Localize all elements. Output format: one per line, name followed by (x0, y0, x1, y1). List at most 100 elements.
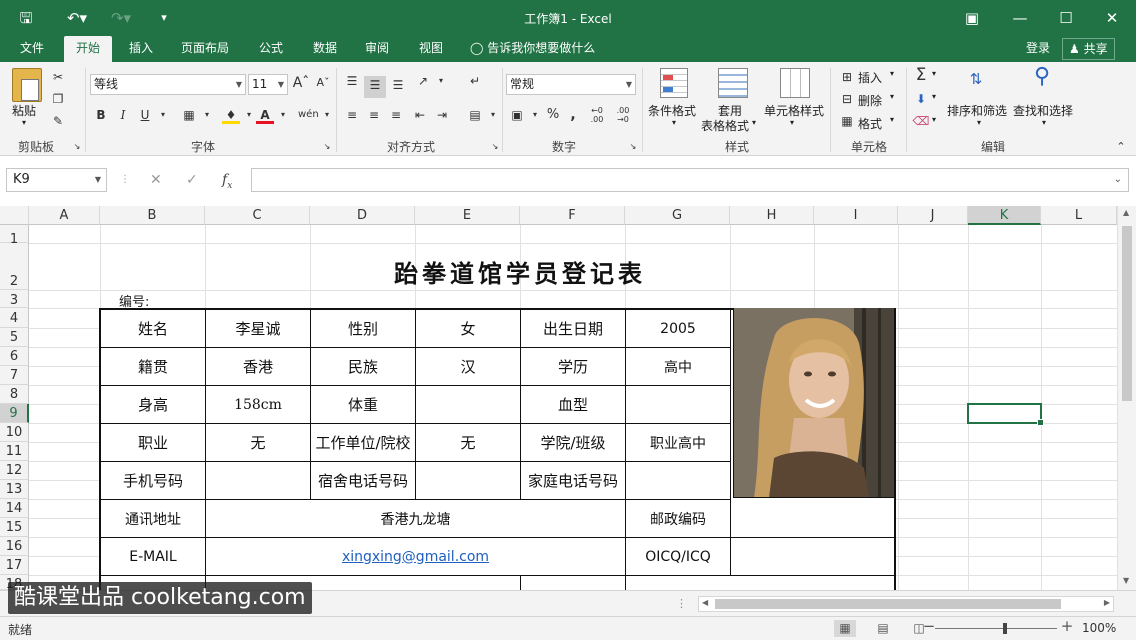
cut-icon[interactable]: ✂ (49, 68, 67, 86)
increase-decimal-icon[interactable]: ←0.00 (588, 106, 606, 124)
zoom-in-icon[interactable]: + (1056, 618, 1078, 635)
orientation-dropdown-icon[interactable]: ▾ (432, 72, 450, 90)
insert-dropdown-icon[interactable]: ▾ (890, 69, 894, 78)
form-cell[interactable]: 158cm (206, 386, 311, 424)
form-cell[interactable]: 姓名 (101, 310, 206, 348)
percent-style-icon[interactable]: % (544, 106, 562, 124)
form-cell[interactable]: 血型 (521, 386, 626, 424)
column-header[interactable]: F (520, 206, 625, 225)
column-header[interactable]: L (1041, 206, 1117, 225)
horizontal-scrollbar[interactable]: ◀ ▶ (698, 596, 1114, 612)
format-as-table-icon[interactable] (718, 68, 748, 98)
tab-page-layout[interactable]: 页面布局 (172, 36, 238, 62)
column-header[interactable]: A (29, 206, 100, 225)
form-cell[interactable]: 宿舍电话号码 (311, 462, 416, 500)
form-cell[interactable]: 性别 (311, 310, 416, 348)
zoom-slider-track[interactable] (935, 628, 1057, 629)
confirm-entry-icon[interactable]: ✓ (186, 168, 198, 192)
borders-dropdown-icon[interactable]: ▾ (198, 106, 216, 124)
row-header[interactable]: 7 (0, 366, 29, 385)
cell-styles-icon[interactable] (780, 68, 810, 98)
form-cell[interactable]: 无 (206, 424, 311, 462)
format-cells-icon[interactable]: ▦ (838, 112, 856, 130)
underline-icon[interactable]: U (136, 106, 154, 124)
form-cell[interactable]: 家庭电话号码 (521, 462, 626, 500)
orientation-icon[interactable]: ↗ (414, 72, 432, 90)
collapse-ribbon-icon[interactable]: ⌃ (1112, 138, 1130, 156)
form-cell[interactable]: 通讯地址 (101, 500, 206, 538)
font-color-icon[interactable]: A (256, 106, 274, 124)
paste-button-label[interactable]: 粘贴 (12, 102, 36, 119)
form-cell[interactable]: 邮政编码 (626, 500, 731, 538)
expand-formula-bar-icon[interactable]: ⌄ (1114, 174, 1122, 185)
form-cell[interactable]: 职业高中 (626, 424, 731, 462)
scroll-down-icon[interactable]: ▼ (1123, 576, 1129, 585)
row-header[interactable]: 6 (0, 347, 29, 366)
fill-icon[interactable]: ⬇ (912, 90, 930, 108)
phonetic-dropdown-icon[interactable]: ▾ (318, 106, 336, 124)
accounting-dropdown-icon[interactable]: ▾ (526, 106, 544, 124)
tab-review[interactable]: 审阅 (354, 36, 400, 62)
phonetic-guide-icon[interactable]: wén (298, 106, 319, 124)
form-cell[interactable]: 学院/班级 (521, 424, 626, 462)
italic-icon[interactable]: I (114, 106, 132, 124)
form-cell-merged[interactable]: 香港九龙塘 (206, 500, 626, 538)
form-cell[interactable]: 手机号码 (101, 462, 206, 500)
row-header[interactable]: 2 (0, 243, 29, 290)
align-top-icon[interactable]: ☰ (343, 72, 361, 90)
format-as-table-label-2[interactable]: 表格格式 (701, 117, 749, 134)
ribbon-display-options-icon[interactable]: ▣ (960, 6, 984, 30)
align-bottom-icon[interactable]: ☰ (389, 76, 407, 94)
row-header[interactable]: 1 (0, 225, 29, 247)
increase-indent-icon[interactable]: ⇥ (433, 106, 451, 124)
row-header[interactable]: 17 (0, 556, 29, 575)
form-cell[interactable]: 出生日期 (521, 310, 626, 348)
clear-dropdown-icon[interactable]: ▾ (932, 115, 936, 124)
form-cell[interactable]: OICQ/ICQ (626, 538, 731, 576)
sort-filter-dropdown-icon[interactable]: ▾ (977, 118, 981, 127)
column-header[interactable]: H (730, 206, 814, 225)
tell-me-search[interactable]: ◯ 告诉我你想要做什么 (470, 36, 595, 62)
row-header[interactable]: 8 (0, 385, 29, 404)
paste-dropdown-icon[interactable]: ▾ (22, 118, 26, 127)
number-format-select[interactable]: 常规 ▼ (506, 74, 636, 95)
form-cell[interactable]: 汉 (416, 348, 521, 386)
active-cell-k9[interactable] (967, 403, 1044, 426)
form-cell-merged[interactable] (731, 500, 896, 538)
comma-style-icon[interactable]: , (564, 106, 582, 124)
conditional-formatting-dropdown-icon[interactable]: ▾ (672, 118, 676, 127)
row-header[interactable]: 11 (0, 442, 29, 461)
form-cell[interactable]: 李星诚 (206, 310, 311, 348)
align-center-icon[interactable]: ≡ (365, 106, 383, 124)
conditional-formatting-icon[interactable] (660, 68, 688, 98)
column-header[interactable]: D (310, 206, 415, 225)
form-cell[interactable]: E-MAIL (101, 538, 206, 576)
formula-input[interactable]: ⌄ (251, 168, 1129, 192)
increase-font-size-icon[interactable]: Aˆ (292, 74, 310, 92)
column-header[interactable]: C (205, 206, 310, 225)
tab-insert[interactable]: 插入 (118, 36, 164, 62)
form-cell[interactable] (416, 462, 521, 500)
merge-dropdown-icon[interactable]: ▾ (484, 106, 502, 124)
form-cell[interactable] (206, 462, 311, 500)
zoom-slider-knob[interactable] (1003, 623, 1007, 634)
format-as-table-dropdown-icon[interactable]: ▾ (752, 118, 756, 127)
bold-icon[interactable]: B (92, 106, 110, 124)
format-painter-icon[interactable]: ✎ (49, 112, 67, 130)
cell-styles-label[interactable]: 单元格样式 (764, 102, 824, 119)
tab-file[interactable]: 文件 (8, 36, 56, 62)
horizontal-scroll-thumb[interactable] (715, 599, 1061, 609)
row-header[interactable]: 4 (0, 308, 29, 328)
font-launcher-icon[interactable]: ↘ (322, 142, 332, 152)
form-cell[interactable]: 职业 (101, 424, 206, 462)
format-cells-label[interactable]: 格式 (858, 115, 882, 132)
close-icon[interactable]: ✕ (1100, 6, 1124, 30)
zoom-level[interactable]: 100% (1082, 621, 1116, 635)
form-cell[interactable]: 工作单位/院校 (311, 424, 416, 462)
scroll-left-icon[interactable]: ◀ (702, 598, 708, 607)
email-hyperlink[interactable]: xingxing@gmail.com (342, 549, 489, 565)
sign-in-link[interactable]: 登录 (1026, 36, 1050, 60)
row-header[interactable]: 5 (0, 328, 29, 347)
tab-home[interactable]: 开始 (64, 36, 112, 62)
form-cell[interactable] (626, 576, 896, 590)
